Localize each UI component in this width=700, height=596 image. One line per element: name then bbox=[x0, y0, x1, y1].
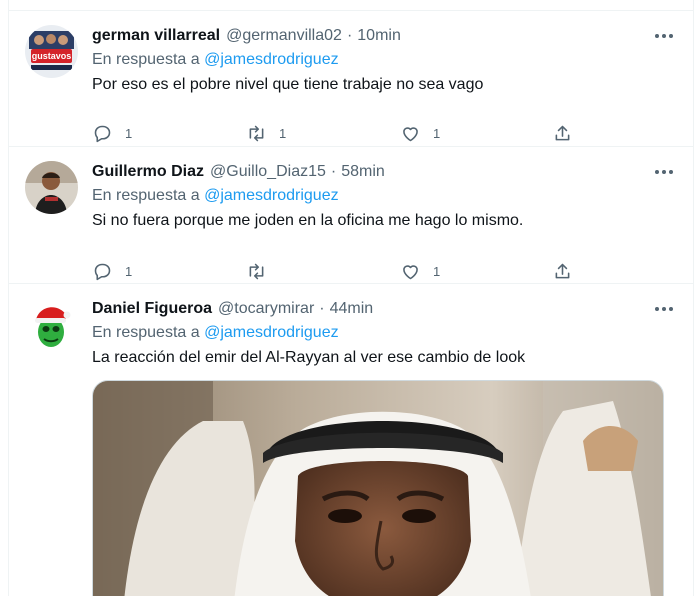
header-separator: · bbox=[330, 163, 337, 180]
like-icon bbox=[403, 126, 418, 141]
reply-to-link[interactable]: @jamesdrodriguez bbox=[204, 51, 339, 68]
author-handle[interactable]: @tocarymirar bbox=[218, 300, 314, 318]
reply-context: En respuesta a @jamesdrodriguez bbox=[92, 324, 677, 342]
reply-button[interactable]: 1 bbox=[92, 261, 132, 282]
share-button[interactable] bbox=[552, 261, 573, 282]
header-separator: · bbox=[319, 300, 325, 317]
reply-count: 1 bbox=[125, 263, 133, 279]
author-handle[interactable]: @Guillo_Diaz15 bbox=[210, 163, 326, 181]
tweet-text: Si no fuera porque me joden en la oficin… bbox=[92, 212, 524, 229]
reply-count: 1 bbox=[125, 125, 133, 141]
reply-to-link[interactable]: @jamesdrodriguez bbox=[204, 324, 339, 341]
tweet[interactable]: gustavos german villarreal @germanvilla0… bbox=[9, 11, 693, 147]
previous-tweet-edge bbox=[9, 0, 693, 11]
retweet-button[interactable] bbox=[246, 261, 279, 282]
tweet-actions: 1 1 1 bbox=[92, 120, 592, 146]
retweet-count: 1 bbox=[279, 125, 287, 141]
avatar[interactable] bbox=[25, 298, 78, 351]
retweet-button[interactable]: 1 bbox=[246, 123, 286, 144]
tweet-time[interactable]: 10min bbox=[357, 27, 401, 45]
more-icon[interactable] bbox=[651, 161, 677, 183]
tweet-content: german villarreal @germanvilla02 · 10min… bbox=[92, 25, 677, 95]
author-name[interactable]: Guillermo Diaz bbox=[92, 163, 204, 181]
avatar[interactable]: gustavos bbox=[25, 25, 78, 78]
tweet-actions: 1 1 bbox=[92, 258, 592, 284]
author-name[interactable]: Daniel Figueroa bbox=[92, 300, 212, 318]
tweet[interactable]: Guillermo Diaz @Guillo_Diaz15 · 58min En… bbox=[9, 147, 693, 284]
like-button[interactable]: 1 bbox=[400, 261, 440, 282]
more-icon[interactable] bbox=[651, 25, 677, 47]
share-icon bbox=[555, 263, 570, 278]
tweet-text: Por eso es el pobre nivel que tiene trab… bbox=[92, 76, 484, 93]
reply-prefix: En respuesta a bbox=[92, 324, 200, 341]
tweet-content: Guillermo Diaz @Guillo_Diaz15 · 58min En… bbox=[92, 161, 677, 231]
like-icon bbox=[403, 264, 418, 279]
tweet-header: Daniel Figueroa @tocarymirar · 44min bbox=[92, 298, 677, 320]
retweet-icon bbox=[249, 263, 264, 279]
avatar-logo-text: gustavos bbox=[32, 51, 72, 61]
tweet-content: Daniel Figueroa @tocarymirar · 44min En … bbox=[92, 298, 677, 368]
reply-context: En respuesta a @jamesdrodriguez bbox=[92, 51, 677, 69]
header-separator: · bbox=[346, 27, 353, 44]
tweet-time[interactable]: 58min bbox=[341, 163, 385, 181]
like-button[interactable]: 1 bbox=[400, 123, 440, 144]
share-icon bbox=[555, 125, 570, 140]
reply-context: En respuesta a @jamesdrodriguez bbox=[92, 187, 677, 205]
like-count: 1 bbox=[433, 263, 441, 279]
author-handle[interactable]: @germanvilla02 bbox=[226, 27, 342, 45]
reply-icon bbox=[94, 125, 111, 142]
reply-prefix: En respuesta a bbox=[92, 51, 200, 68]
tweet-header: german villarreal @germanvilla02 · 10min bbox=[92, 25, 677, 47]
reply-button[interactable]: 1 bbox=[92, 123, 132, 144]
like-count: 1 bbox=[433, 125, 441, 141]
tweet-media-image[interactable] bbox=[92, 380, 664, 596]
share-button[interactable] bbox=[552, 123, 573, 144]
tweet[interactable]: Daniel Figueroa @tocarymirar · 44min En … bbox=[9, 284, 693, 596]
reply-to-link[interactable]: @jamesdrodriguez bbox=[204, 187, 339, 204]
reply-prefix: En respuesta a bbox=[92, 187, 200, 204]
timeline: gustavos german villarreal @germanvilla0… bbox=[8, 0, 694, 596]
tweet-text: La reacción del emir del Al-Rayyan al ve… bbox=[92, 349, 526, 366]
more-icon[interactable] bbox=[651, 298, 677, 320]
retweet-icon bbox=[249, 125, 264, 141]
reply-icon bbox=[94, 263, 111, 280]
tweet-time[interactable]: 44min bbox=[330, 300, 374, 318]
tweet-header: Guillermo Diaz @Guillo_Diaz15 · 58min bbox=[92, 161, 677, 183]
avatar[interactable] bbox=[25, 161, 78, 214]
author-name[interactable]: german villarreal bbox=[92, 27, 220, 45]
